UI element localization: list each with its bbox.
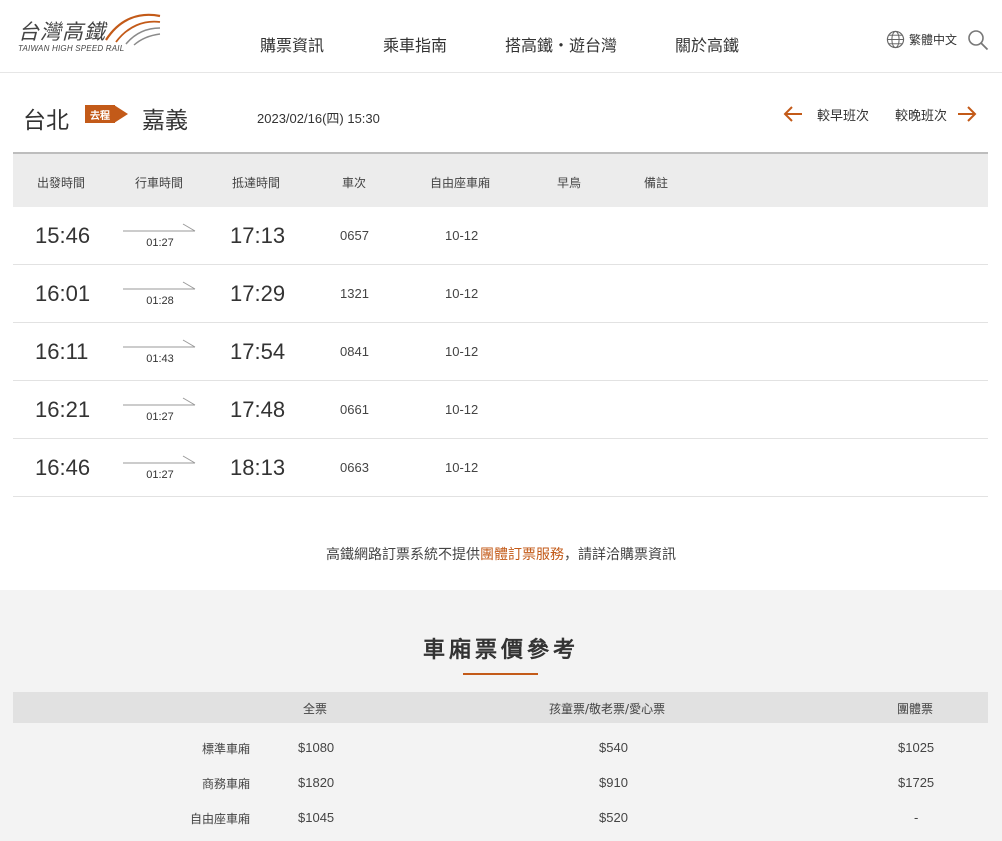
- later-trains-label: 較晚班次: [895, 108, 948, 124]
- concession-fare: $540: [599, 740, 628, 755]
- full-fare: $1045: [298, 810, 335, 825]
- notice-prefix: 高鐵網路訂票系統不提供: [326, 547, 480, 563]
- group-ticket-notice: 高鐵網路訂票系統不提供團體訂票服務，請詳洽購票資訊: [0, 544, 1002, 564]
- duration-arrow-icon: [123, 339, 196, 348]
- full-fare: $1080: [298, 740, 335, 755]
- arrival-time: 17:29: [230, 281, 286, 306]
- search-icon[interactable]: [967, 29, 989, 51]
- fare-title: 車廂票價參考: [422, 638, 579, 663]
- nav-item-tickets[interactable]: 購票資訊: [260, 32, 324, 56]
- train-row[interactable]: 16:21 01:27 17:48 0661 10-12: [13, 381, 988, 439]
- duration: 01:27: [123, 395, 197, 425]
- arrow-right-icon: [958, 106, 977, 122]
- duration: 01:43: [123, 337, 197, 367]
- notice-suffix: ，請詳洽購票資訊: [564, 547, 676, 563]
- car-type: 商務車廂: [201, 777, 250, 791]
- duration-arrow-icon: [123, 397, 196, 406]
- later-trains-button[interactable]: 較晚班次: [895, 103, 977, 125]
- duration: 01:27: [123, 221, 197, 251]
- duration: 01:28: [123, 279, 197, 309]
- train-row[interactable]: 16:01 01:28 17:29 1321 10-12: [13, 265, 988, 323]
- thsr-logo[interactable]: 台灣高鐵 TAIWAN HIGH SPEED RAIL: [16, 10, 166, 58]
- departure-time: 16:46: [35, 455, 91, 480]
- arrow-left-icon: [783, 106, 802, 122]
- group-ticket-link[interactable]: 團體訂票服務: [480, 547, 564, 563]
- timetable: 出發時間 行車時間 抵達時間 車次 自由座車廂 早鳥 備註 15:46 01:27…: [13, 152, 988, 497]
- globe-icon: [886, 30, 905, 48]
- train-row[interactable]: 16:11 01:43 17:54 0841 10-12: [13, 323, 988, 381]
- duration-value: 01:27: [146, 411, 174, 423]
- site-header: 台灣高鐵 TAIWAN HIGH SPEED RAIL 購票資訊 乘車指南 搭高…: [0, 0, 1002, 73]
- group-fare: $1025: [898, 740, 935, 755]
- concession-fare: $910: [599, 775, 628, 790]
- departure-time: 16:11: [35, 339, 89, 364]
- concession-fare: $520: [599, 810, 628, 825]
- header-early-bird: 早鳥: [557, 176, 582, 190]
- car-type: 自由座車廂: [189, 812, 250, 826]
- free-seat-cars: 10-12: [445, 460, 479, 475]
- train-number: 1321: [340, 286, 369, 301]
- train-row[interactable]: 16:46 01:27 18:13 0663 10-12: [13, 439, 988, 497]
- train-number: 0661: [340, 402, 369, 417]
- language-label: 繁體中文: [909, 32, 958, 47]
- free-seat-cars: 10-12: [445, 286, 479, 301]
- free-seat-cars: 10-12: [445, 402, 479, 417]
- duration-arrow-icon: [123, 223, 196, 232]
- nav-item-travel[interactable]: 搭高鐵・遊台灣: [505, 32, 617, 56]
- fare-row: 商務車廂 $1820 $910 $1725: [13, 765, 988, 800]
- earlier-trains-button[interactable]: 較早班次: [783, 103, 869, 125]
- fare-header-group: 團體票: [897, 702, 934, 716]
- language-switcher[interactable]: 繁體中文: [886, 29, 957, 49]
- departure-time: 15:46: [35, 223, 91, 248]
- group-fare: $1725: [898, 775, 935, 790]
- destination-station: 嘉義: [142, 108, 188, 134]
- nav-item-about[interactable]: 關於高鐵: [675, 32, 739, 56]
- header-remarks: 備註: [644, 176, 669, 190]
- header-train-no: 車次: [342, 176, 367, 190]
- duration-value: 01:27: [146, 237, 174, 249]
- train-number: 0841: [340, 344, 369, 359]
- direction-tag-label: 去程: [90, 111, 110, 122]
- duration-value: 01:28: [146, 295, 174, 307]
- train-number: 0663: [340, 460, 369, 475]
- car-type: 標準車廂: [201, 742, 250, 756]
- logo-text-zh: 台灣高鐵: [18, 20, 106, 44]
- train-number: 0657: [340, 228, 369, 243]
- group-fare: -: [914, 810, 919, 825]
- header-free-seat-car: 自由座車廂: [430, 176, 491, 190]
- travel-datetime: 2023/02/16(四) 15:30: [257, 111, 380, 126]
- arrival-time: 17:54: [230, 339, 286, 364]
- header-duration: 行車時間: [135, 176, 184, 190]
- arrival-time: 18:13: [230, 455, 286, 480]
- duration-arrow-icon: [123, 281, 196, 290]
- duration-arrow-icon: [123, 455, 196, 464]
- nav-item-guide[interactable]: 乘車指南: [383, 32, 447, 56]
- fare-header-full: 全票: [303, 702, 328, 716]
- logo-swoosh-icon: [105, 13, 161, 46]
- earlier-trains-label: 較早班次: [817, 108, 870, 124]
- fare-row: 標準車廂 $1080 $540 $1025: [13, 730, 988, 765]
- departure-time: 16:01: [35, 281, 91, 306]
- fare-header-concession: 孩童票/敬老票/愛心票: [549, 702, 666, 716]
- departure-time: 16:21: [35, 397, 91, 422]
- title-underline: [463, 673, 538, 675]
- duration-value: 01:27: [146, 469, 174, 481]
- header-arrival: 抵達時間: [232, 176, 281, 190]
- header-departure: 出發時間: [37, 176, 86, 190]
- train-row[interactable]: 15:46 01:27 17:13 0657 10-12: [13, 207, 988, 265]
- timetable-header: 出發時間 行車時間 抵達時間 車次 自由座車廂 早鳥 備註: [13, 152, 988, 207]
- full-fare: $1820: [298, 775, 335, 790]
- direction-tag: 去程: [85, 105, 129, 123]
- free-seat-cars: 10-12: [445, 228, 479, 243]
- arrival-time: 17:48: [230, 397, 286, 422]
- fare-row: 自由座車廂 $1045 $520 -: [13, 800, 988, 835]
- fare-reference-section: 車廂票價參考 全票 孩童票/敬老票/愛心票 團體票 標準車廂 $1080 $540 $…: [0, 590, 1002, 841]
- fare-table-header: 全票 孩童票/敬老票/愛心票 團體票: [13, 692, 988, 723]
- origin-station: 台北: [23, 108, 69, 134]
- duration-value: 01:43: [146, 353, 174, 365]
- duration: 01:27: [123, 453, 197, 483]
- free-seat-cars: 10-12: [445, 344, 479, 359]
- arrival-time: 17:13: [230, 223, 286, 248]
